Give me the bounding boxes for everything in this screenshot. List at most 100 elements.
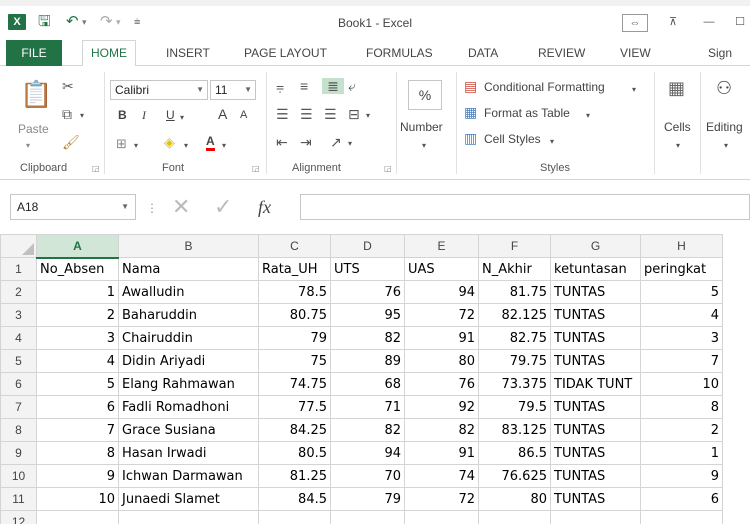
align-left-icon[interactable]: ☰ <box>276 106 289 122</box>
select-all-corner[interactable] <box>0 234 37 258</box>
tab-page-layout[interactable]: PAGE LAYOUT <box>236 42 335 66</box>
cell-c11[interactable]: 84.5 <box>258 487 331 511</box>
cell-a10[interactable]: 9 <box>36 464 119 488</box>
cell-d4[interactable]: 82 <box>330 326 405 350</box>
cell-a4[interactable]: 3 <box>36 326 119 350</box>
cell-a11[interactable]: 10 <box>36 487 119 511</box>
cell-b7[interactable]: Fadli Romadhoni <box>118 395 259 419</box>
cell-b4[interactable]: Chairuddin <box>118 326 259 350</box>
cell-a12[interactable] <box>36 510 119 524</box>
cell-f11[interactable]: 80 <box>478 487 551 511</box>
conditional-formatting-icon[interactable]: ▤ <box>464 78 477 94</box>
cell-b8[interactable]: Grace Susiana <box>118 418 259 442</box>
merge-dropdown-icon[interactable]: ▾ <box>366 108 370 124</box>
format-as-table-dropdown-icon[interactable]: ▾ <box>586 108 590 124</box>
paste-icon[interactable]: 📋 <box>20 80 52 108</box>
cell-h4[interactable]: 3 <box>640 326 723 350</box>
cell-f9[interactable]: 86.5 <box>478 441 551 465</box>
cell-h7[interactable]: 8 <box>640 395 723 419</box>
bold-button[interactable]: B <box>118 108 127 122</box>
formula-input[interactable] <box>300 194 750 220</box>
row-header[interactable]: 9 <box>0 441 37 465</box>
cell-g3[interactable]: TUNTAS <box>550 303 641 327</box>
cell-h8[interactable]: 2 <box>640 418 723 442</box>
cell-d6[interactable]: 68 <box>330 372 405 396</box>
cell-d12[interactable] <box>330 510 405 524</box>
editing-group-button[interactable]: Editing <box>706 120 743 134</box>
cell-f3[interactable]: 82.125 <box>478 303 551 327</box>
confirm-entry-icon[interactable]: ✓ <box>214 196 232 218</box>
row-header[interactable]: 7 <box>0 395 37 419</box>
cell-h6[interactable]: 10 <box>640 372 723 396</box>
cell-c10[interactable]: 81.25 <box>258 464 331 488</box>
paste-dropdown-icon[interactable]: ▾ <box>26 138 30 154</box>
cell-h9[interactable]: 1 <box>640 441 723 465</box>
cell-h5[interactable]: 7 <box>640 349 723 373</box>
cell-e12[interactable] <box>404 510 479 524</box>
row-header[interactable]: 4 <box>0 326 37 350</box>
cell-g10[interactable]: TUNTAS <box>550 464 641 488</box>
orientation-dropdown-icon[interactable]: ▾ <box>348 136 352 152</box>
shrink-font-button[interactable]: A <box>240 109 247 121</box>
cell-g1[interactable]: ketuntasan <box>550 257 641 281</box>
cell-e3[interactable]: 72 <box>404 303 479 327</box>
cell-c5[interactable]: 75 <box>258 349 331 373</box>
conditional-formatting-button[interactable]: Conditional Formatting <box>484 80 605 94</box>
cell-c12[interactable] <box>258 510 331 524</box>
increase-indent-icon[interactable]: ⇥ <box>300 134 312 150</box>
cell-b12[interactable] <box>118 510 259 524</box>
cell-f1[interactable]: N_Akhir <box>478 257 551 281</box>
cell-g6[interactable]: TIDAK TUNT <box>550 372 641 396</box>
conditional-formatting-dropdown-icon[interactable]: ▾ <box>632 82 636 98</box>
borders-icon[interactable]: ⊞ <box>116 136 127 152</box>
format-as-table-icon[interactable]: ▦ <box>464 104 477 120</box>
cell-c7[interactable]: 77.5 <box>258 395 331 419</box>
cell-b11[interactable]: Junaedi Slamet <box>118 487 259 511</box>
align-top-icon[interactable]: ⩦ <box>276 78 284 94</box>
cell-b1[interactable]: Nama <box>118 257 259 281</box>
cell-b2[interactable]: Awalludin <box>118 280 259 304</box>
grow-font-button[interactable]: A <box>218 106 227 122</box>
orientation-icon[interactable]: ↗ <box>330 134 342 150</box>
cell-a5[interactable]: 4 <box>36 349 119 373</box>
cell-f7[interactable]: 79.5 <box>478 395 551 419</box>
cell-b9[interactable]: Hasan Irwadi <box>118 441 259 465</box>
cell-c3[interactable]: 80.75 <box>258 303 331 327</box>
row-header[interactable]: 3 <box>0 303 37 327</box>
cell-b5[interactable]: Didin Ariyadi <box>118 349 259 373</box>
cancel-entry-icon[interactable]: ✕ <box>172 196 190 218</box>
copy-icon[interactable]: ⧉ <box>62 106 72 122</box>
editing-dropdown-icon[interactable]: ▾ <box>724 138 728 154</box>
column-header-f[interactable]: F <box>478 234 551 258</box>
cell-c9[interactable]: 80.5 <box>258 441 331 465</box>
font-color-dropdown-icon[interactable]: ▾ <box>222 138 226 154</box>
cell-a7[interactable]: 6 <box>36 395 119 419</box>
cell-b10[interactable]: Ichwan Darmawan <box>118 464 259 488</box>
align-middle-icon[interactable]: ≡ <box>300 78 308 94</box>
cell-d3[interactable]: 95 <box>330 303 405 327</box>
cell-h11[interactable]: 6 <box>640 487 723 511</box>
column-header-b[interactable]: B <box>118 234 259 258</box>
align-center-icon[interactable]: ☰ <box>300 106 313 122</box>
cell-b6[interactable]: Elang Rahmawan <box>118 372 259 396</box>
font-launcher-icon[interactable]: ◲ <box>252 164 260 173</box>
format-painter-icon[interactable]: 🖌 <box>62 134 80 150</box>
cell-e9[interactable]: 91 <box>404 441 479 465</box>
cell-g4[interactable]: TUNTAS <box>550 326 641 350</box>
cell-g12[interactable] <box>550 510 641 524</box>
cell-styles-button[interactable]: Cell Styles <box>484 132 541 146</box>
clipboard-launcher-icon[interactable]: ◲ <box>92 164 100 173</box>
cell-b3[interactable]: Baharuddin <box>118 303 259 327</box>
cell-a6[interactable]: 5 <box>36 372 119 396</box>
format-as-table-button[interactable]: Format as Table <box>484 106 570 120</box>
cell-d5[interactable]: 89 <box>330 349 405 373</box>
italic-button[interactable]: I <box>142 108 146 123</box>
restore-ribbon-icon[interactable]: ⇔ <box>622 14 648 32</box>
column-header-g[interactable]: G <box>550 234 641 258</box>
cell-h3[interactable]: 4 <box>640 303 723 327</box>
font-color-button[interactable]: A <box>206 134 215 151</box>
row-header[interactable]: 2 <box>0 280 37 304</box>
cell-e1[interactable]: UAS <box>404 257 479 281</box>
align-bottom-icon[interactable]: ≣ <box>322 78 344 94</box>
tab-view[interactable]: VIEW <box>612 42 659 66</box>
